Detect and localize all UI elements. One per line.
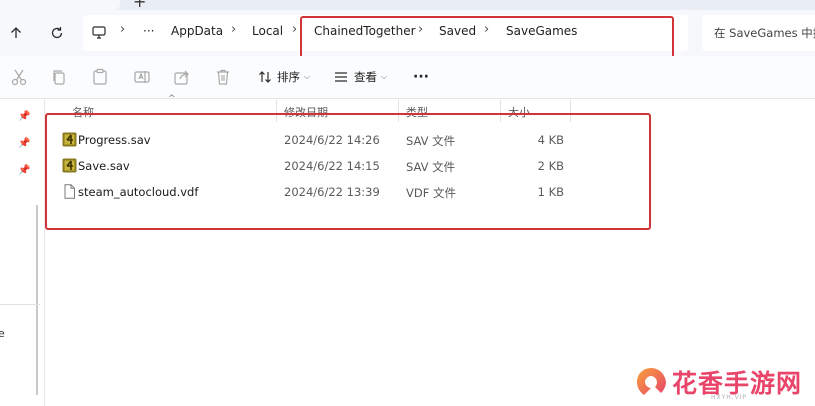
active-tab[interactable] — [0, 0, 120, 10]
view-label: 查看 — [354, 70, 377, 84]
pin-icon[interactable]: 📌 — [18, 111, 30, 122]
pin-icon[interactable]: 📌 — [18, 138, 30, 149]
rename-icon[interactable] — [133, 68, 151, 86]
watermark-logo-icon — [637, 368, 666, 395]
monitor-icon — [92, 26, 106, 39]
chevron-down-icon: ⌵ — [304, 72, 311, 81]
sidebar-divider — [0, 304, 40, 305]
search-box[interactable]: 在 SaveGames 中搜 — [702, 15, 815, 51]
breadcrumb-highlight-box — [300, 16, 674, 60]
sidebar-item-label[interactable]: e — [0, 327, 5, 340]
breadcrumb-local[interactable]: Local — [252, 24, 283, 38]
refresh-icon — [51, 27, 63, 39]
share-icon[interactable] — [173, 68, 191, 86]
watermark-url: HXYH.VIP — [711, 394, 748, 401]
paste-icon[interactable] — [91, 68, 109, 86]
files-highlight-box — [45, 113, 651, 230]
cut-icon[interactable] — [10, 68, 28, 86]
chevron-down-icon: ⌵ — [381, 72, 388, 81]
breadcrumb-overflow[interactable]: ··· — [143, 24, 154, 38]
sidebar-scrollbar[interactable] — [36, 205, 38, 395]
breadcrumb-appdata[interactable]: AppData — [171, 24, 223, 38]
refresh-button[interactable] — [46, 22, 68, 44]
pin-icon[interactable]: 📌 — [18, 165, 30, 176]
more-options-button[interactable]: ··· — [413, 68, 429, 86]
chevron-right-icon: › — [120, 22, 126, 37]
chevron-right-icon: › — [292, 22, 298, 37]
sort-ascending-icon: ^ — [168, 94, 176, 104]
up-button[interactable] — [5, 22, 27, 44]
copy-icon[interactable] — [50, 68, 68, 86]
sort-icon — [259, 71, 271, 83]
sort-button[interactable]: 排序 ⌵ — [258, 68, 310, 86]
watermark: 花香手游网 HXYH.VIP — [632, 362, 812, 404]
view-list-icon — [335, 72, 347, 82]
delete-icon[interactable] — [214, 68, 232, 86]
navigation-pane: 📌 📌 📌 e — [0, 99, 45, 406]
arrow-up-icon — [11, 27, 21, 38]
command-toolbar: 排序 ⌵ 查看 ⌵ ··· — [0, 56, 815, 99]
view-button[interactable]: 查看 ⌵ — [334, 68, 387, 86]
sort-label: 排序 — [277, 70, 300, 84]
search-placeholder: 在 SaveGames 中搜 — [714, 26, 815, 40]
chevron-right-icon: › — [231, 22, 237, 37]
tab-strip: + — [0, 0, 815, 11]
